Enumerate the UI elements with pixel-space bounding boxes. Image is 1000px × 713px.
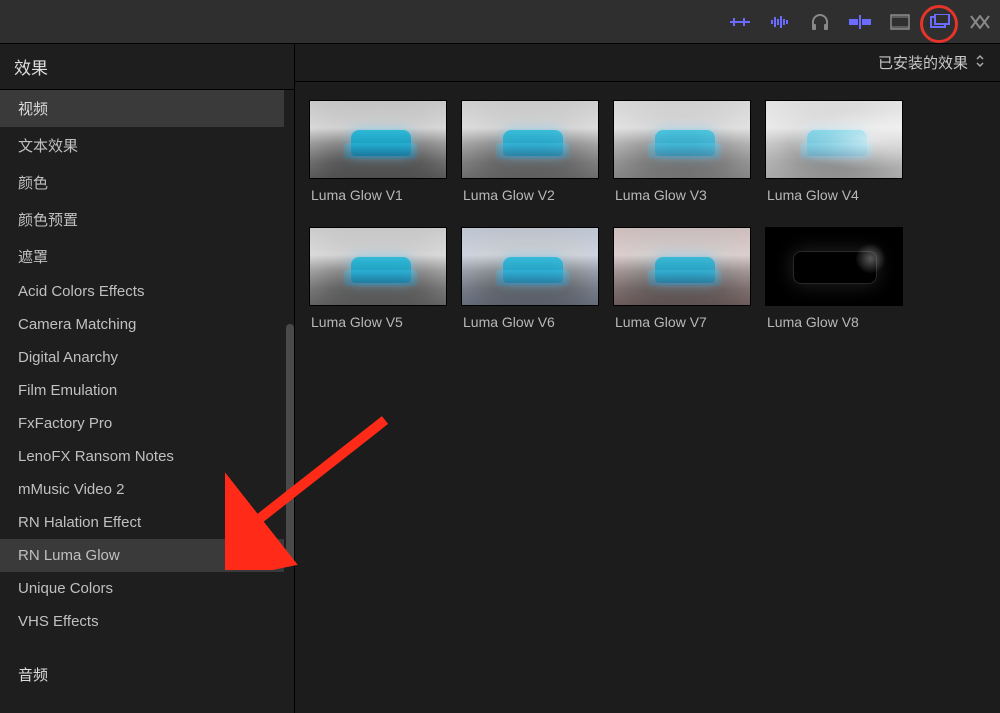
effect-thumbnail (613, 227, 751, 306)
headphones-icon[interactable] (808, 10, 832, 34)
chevron-updown-icon (976, 54, 984, 71)
waveform-icon[interactable] (768, 10, 792, 34)
sidebar-item-acid-colors[interactable]: Acid Colors Effects (0, 275, 284, 308)
effects-browser-icon[interactable] (928, 10, 952, 34)
effect-label: Luma Glow V2 (461, 187, 607, 203)
effect-luma-glow-v6[interactable]: Luma Glow V6 (461, 227, 607, 330)
top-toolbar (0, 0, 1000, 44)
sidebar-section-video[interactable]: 视频 (0, 90, 284, 127)
effect-thumbnail (309, 100, 447, 179)
sidebar-item-camera-matching[interactable]: Camera Matching (0, 308, 284, 341)
filter-dropdown[interactable]: 已安装的效果 (295, 44, 1000, 82)
sidebar-item-film-emulation[interactable]: Film Emulation (0, 374, 284, 407)
sidebar-item-color[interactable]: 颜色 (0, 164, 284, 201)
sidebar-section-audio[interactable]: 音频 (0, 656, 284, 693)
sidebar-item-rn-halation[interactable]: RN Halation Effect (0, 506, 284, 539)
sidebar-item-color-presets[interactable]: 颜色预置 (0, 201, 284, 238)
effect-label: Luma Glow V3 (613, 187, 759, 203)
sidebar-item-unique-colors[interactable]: Unique Colors (0, 572, 284, 605)
effects-main: 已安装的效果 Luma Glow V1 Luma Glow V2 Luma Gl… (295, 44, 1000, 713)
sidebar-item-mmusic[interactable]: mMusic Video 2 (0, 473, 284, 506)
effect-thumbnail (461, 227, 599, 306)
sidebar-item-rn-luma-glow[interactable]: RN Luma Glow (0, 539, 284, 572)
effect-luma-glow-v7[interactable]: Luma Glow V7 (613, 227, 759, 330)
effect-label: Luma Glow V6 (461, 314, 607, 330)
sidebar-item-mask[interactable]: 遮罩 (0, 238, 284, 275)
effect-luma-glow-v8[interactable]: Luma Glow V8 (765, 227, 911, 330)
effect-luma-glow-v2[interactable]: Luma Glow V2 (461, 100, 607, 203)
effect-luma-glow-v5[interactable]: Luma Glow V5 (309, 227, 455, 330)
effect-label: Luma Glow V7 (613, 314, 759, 330)
sidebar-item-text-effects[interactable]: 文本效果 (0, 127, 284, 164)
effect-thumbnail (309, 227, 447, 306)
sidebar-list: 视频 文本效果 颜色 颜色预置 遮罩 Acid Colors Effects C… (0, 90, 294, 713)
transitions-icon[interactable] (968, 10, 992, 34)
effect-label: Luma Glow V5 (309, 314, 455, 330)
effect-luma-glow-v1[interactable]: Luma Glow V1 (309, 100, 455, 203)
effects-sidebar: 效果 视频 文本效果 颜色 颜色预置 遮罩 Acid Colors Effect… (0, 44, 295, 713)
effect-luma-glow-v3[interactable]: Luma Glow V3 (613, 100, 759, 203)
sidebar-title: 效果 (0, 44, 294, 90)
filter-label: 已安装的效果 (878, 52, 968, 73)
sidebar-item-lenofx[interactable]: LenoFX Ransom Notes (0, 440, 284, 473)
effect-thumbnail (461, 100, 599, 179)
effect-thumbnail (765, 100, 903, 179)
effect-label: Luma Glow V4 (765, 187, 911, 203)
effect-thumbnail (765, 227, 903, 306)
skimmer-icon[interactable] (848, 10, 872, 34)
effects-grid: Luma Glow V1 Luma Glow V2 Luma Glow V3 L… (295, 82, 1000, 348)
filmstrip-icon[interactable] (888, 10, 912, 34)
effect-thumbnail (613, 100, 751, 179)
levels-icon[interactable] (728, 10, 752, 34)
sidebar-item-vhs[interactable]: VHS Effects (0, 605, 284, 638)
effect-label: Luma Glow V8 (765, 314, 911, 330)
sidebar-scrollbar[interactable] (286, 324, 294, 564)
sidebar-item-fxfactory[interactable]: FxFactory Pro (0, 407, 284, 440)
effect-label: Luma Glow V1 (309, 187, 455, 203)
sidebar-item-digital-anarchy[interactable]: Digital Anarchy (0, 341, 284, 374)
effect-luma-glow-v4[interactable]: Luma Glow V4 (765, 100, 911, 203)
content-area: 效果 视频 文本效果 颜色 颜色预置 遮罩 Acid Colors Effect… (0, 44, 1000, 713)
